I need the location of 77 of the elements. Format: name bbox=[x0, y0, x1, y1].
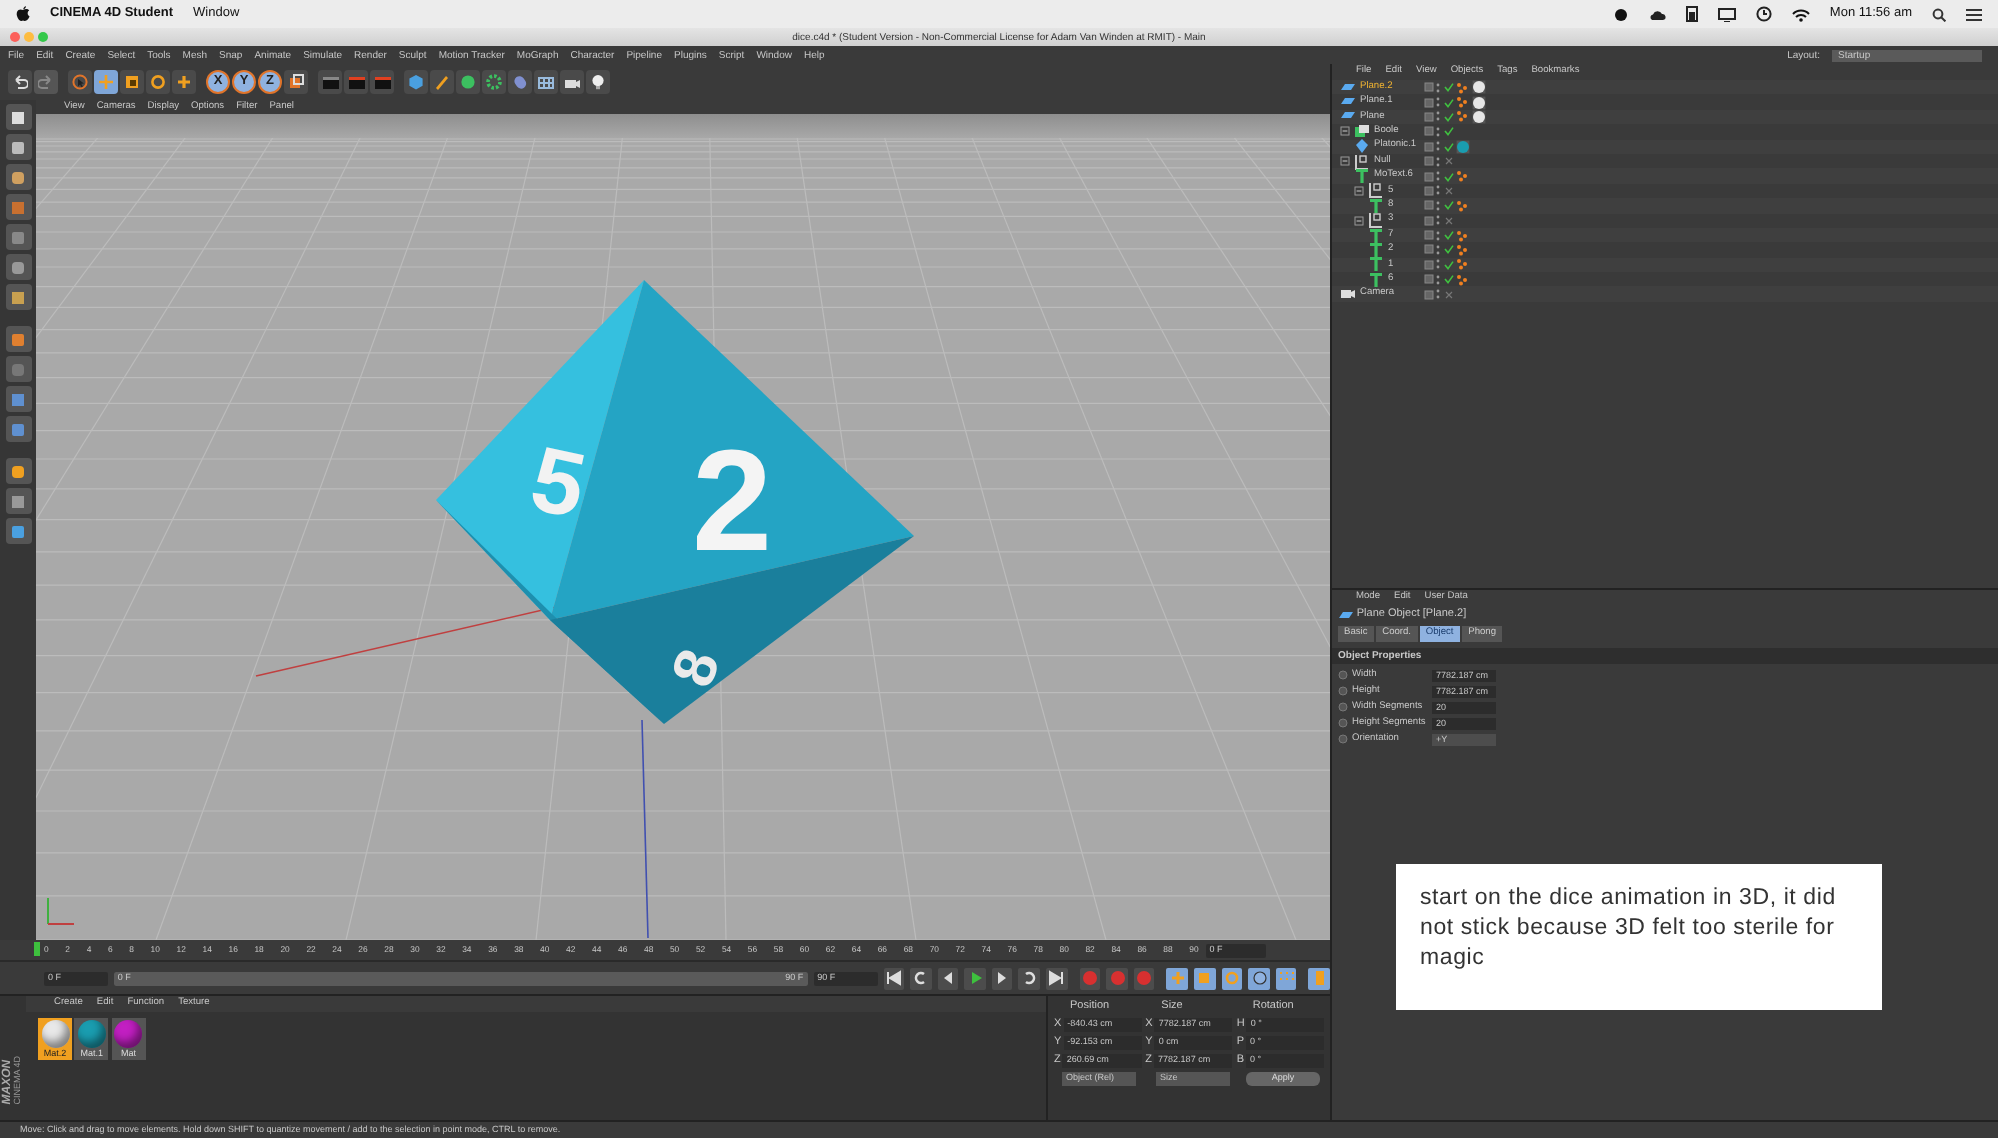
phong-tag-icon[interactable] bbox=[1456, 81, 1469, 94]
mode-button[interactable] bbox=[5, 134, 31, 160]
mode-button[interactable] bbox=[5, 254, 31, 280]
mode-button[interactable] bbox=[5, 284, 31, 310]
clock-icon[interactable] bbox=[1755, 6, 1772, 22]
expand-toggle[interactable] bbox=[1340, 126, 1350, 137]
enabled-check-icon[interactable] bbox=[1443, 126, 1454, 137]
material-tag-icon[interactable] bbox=[1471, 80, 1485, 95]
platonic-icon bbox=[1354, 138, 1370, 155]
material-tag-icon[interactable] bbox=[1471, 109, 1485, 124]
enabled-check-icon[interactable] bbox=[1443, 215, 1454, 226]
battery-icon[interactable] bbox=[1685, 6, 1698, 22]
phong-tag-icon[interactable] bbox=[1456, 273, 1469, 286]
null-icon bbox=[1354, 153, 1370, 170]
square-icon[interactable] bbox=[10, 331, 26, 347]
axis-icon bbox=[47, 897, 75, 925]
phong-tag-icon[interactable] bbox=[1456, 243, 1469, 256]
null-icon bbox=[1368, 212, 1384, 229]
enabled-check-icon[interactable] bbox=[1443, 259, 1454, 270]
enabled-check-icon[interactable] bbox=[1443, 111, 1454, 122]
display-icon[interactable] bbox=[1717, 7, 1736, 21]
mode-button[interactable] bbox=[5, 518, 31, 544]
expand-toggle[interactable] bbox=[1354, 185, 1364, 196]
square-icon[interactable] bbox=[10, 259, 26, 275]
dice-number: 8 bbox=[660, 641, 734, 696]
expand-toggle[interactable] bbox=[1354, 215, 1364, 226]
phong-tag-icon[interactable] bbox=[1456, 258, 1469, 271]
wifi-icon[interactable] bbox=[1791, 7, 1810, 21]
mode-button[interactable] bbox=[5, 386, 31, 412]
enabled-check-icon[interactable] bbox=[1443, 171, 1454, 182]
mode-button[interactable] bbox=[5, 458, 31, 484]
apple-icon[interactable] bbox=[16, 6, 30, 22]
square-icon[interactable] bbox=[10, 139, 26, 155]
square-icon[interactable] bbox=[10, 523, 26, 539]
text-icon bbox=[1368, 197, 1384, 214]
square-icon[interactable] bbox=[10, 493, 26, 509]
boole-icon bbox=[1354, 123, 1370, 140]
dice-number: 2 bbox=[691, 422, 773, 582]
enabled-check-icon[interactable] bbox=[1443, 97, 1454, 108]
camera-icon bbox=[1340, 286, 1356, 303]
enabled-check-icon[interactable] bbox=[1443, 244, 1454, 255]
square-icon[interactable] bbox=[10, 391, 26, 407]
square-icon[interactable] bbox=[10, 421, 26, 437]
enabled-check-icon[interactable] bbox=[1443, 230, 1454, 241]
phong-tag-icon[interactable] bbox=[1456, 199, 1469, 212]
text-icon bbox=[1354, 168, 1370, 185]
square-icon[interactable] bbox=[10, 109, 26, 125]
cloud-icon[interactable] bbox=[1647, 7, 1666, 21]
record-icon[interactable] bbox=[1613, 7, 1628, 21]
mode-button[interactable] bbox=[5, 104, 31, 130]
mode-button[interactable] bbox=[5, 326, 31, 352]
material-tag-icon[interactable] bbox=[1471, 95, 1485, 110]
square-icon[interactable] bbox=[10, 463, 26, 479]
list-icon[interactable] bbox=[1966, 7, 1982, 21]
dice-number: 5 bbox=[522, 425, 595, 538]
phong-tag-icon[interactable] bbox=[1456, 96, 1469, 109]
enabled-check-icon[interactable] bbox=[1443, 156, 1454, 167]
mode-button[interactable] bbox=[5, 416, 31, 442]
enabled-check-icon[interactable] bbox=[1443, 200, 1454, 211]
enabled-check-icon[interactable] bbox=[1443, 141, 1454, 152]
expand-toggle[interactable] bbox=[1340, 156, 1350, 167]
phong-tag-icon[interactable] bbox=[1456, 170, 1469, 183]
square-icon[interactable] bbox=[10, 169, 26, 185]
phong-tag-icon[interactable] bbox=[1456, 110, 1469, 123]
close-button[interactable] bbox=[10, 32, 20, 42]
null-icon bbox=[1368, 182, 1384, 199]
enabled-check-icon[interactable] bbox=[1443, 82, 1454, 93]
enabled-check-icon[interactable] bbox=[1443, 274, 1454, 285]
playhead-marker[interactable] bbox=[34, 942, 40, 957]
enabled-check-icon[interactable] bbox=[1443, 289, 1454, 300]
mode-button[interactable] bbox=[5, 164, 31, 190]
square-icon[interactable] bbox=[10, 289, 26, 305]
search-icon[interactable] bbox=[1932, 7, 1946, 21]
enabled-check-icon[interactable] bbox=[1443, 185, 1454, 196]
note-text: start on the dice animation in 3D, it did not stick because 3D felt too sterile for magic bbox=[1396, 863, 1882, 1010]
mode-button[interactable] bbox=[5, 488, 31, 514]
phong-tag-icon[interactable] bbox=[1456, 229, 1469, 242]
